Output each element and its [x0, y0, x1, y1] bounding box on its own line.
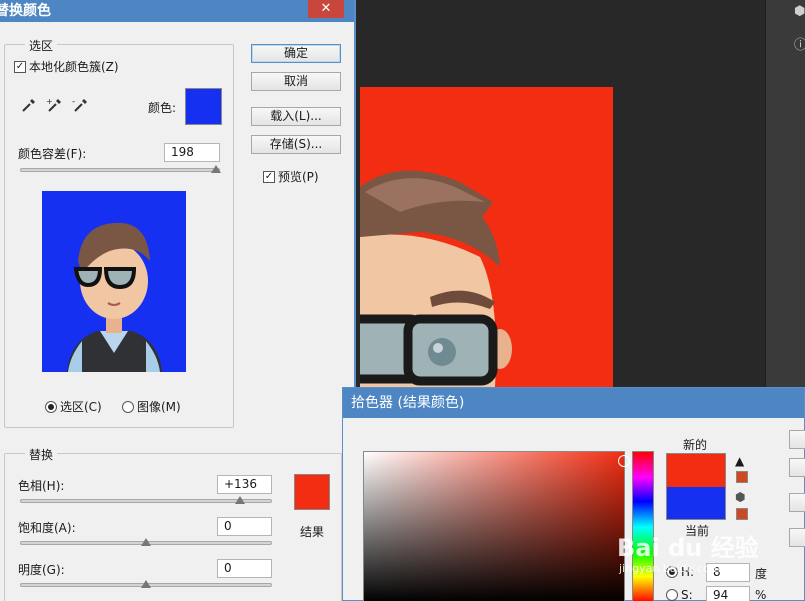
close-icon: ✕	[320, 1, 332, 16]
preview-checkbox[interactable]: ✓ 预览(P)	[263, 168, 319, 185]
replace-color-dialog: 替换颜色 ✕ 选区 ✓ 本地化颜色簇(Z) + - 颜色: 颜色容差(F): 1…	[0, 0, 356, 601]
hue-input[interactable]: +136	[217, 475, 272, 494]
s-input[interactable]: 94	[706, 586, 750, 601]
view-image-radio[interactable]: 图像(M)	[122, 398, 181, 415]
checkbox-box[interactable]: ✓	[263, 170, 275, 183]
view-image-label: 图像(M)	[137, 400, 181, 414]
view-selection-label: 选区(C)	[60, 400, 102, 414]
localized-clusters-checkbox[interactable]: ✓ 本地化颜色簇(Z)	[14, 58, 119, 75]
saturation-input[interactable]: 0	[217, 517, 272, 536]
selection-group-legend: 选区	[25, 37, 58, 54]
preview-label: 预览(P)	[278, 170, 319, 184]
ok-button[interactable]: 确定	[251, 44, 341, 63]
result-color-swatch[interactable]	[294, 474, 330, 510]
checkbox-box[interactable]: ✓	[14, 60, 26, 73]
color-label: 颜色:	[148, 101, 177, 115]
fuzziness-slider-track[interactable]	[20, 168, 220, 172]
s-radio[interactable]: S:	[666, 588, 693, 601]
cube-3d-icon[interactable]: ⬢	[794, 4, 805, 19]
radio-circle[interactable]	[45, 400, 57, 413]
picker-ok-button[interactable]	[789, 430, 805, 449]
lightness-input[interactable]: 0	[217, 559, 272, 578]
dialog-titlebar[interactable]: 替换颜色 ✕	[0, 0, 354, 22]
preview-character	[67, 222, 162, 372]
cartoon-character-closeup	[360, 170, 512, 387]
dialog-title: 替换颜色	[0, 3, 51, 19]
cube-icon[interactable]: ⬢	[735, 490, 745, 504]
hue-slider-thumb[interactable]	[235, 496, 245, 504]
lightness-label: 明度(G):	[18, 563, 65, 577]
fuzziness-slider-thumb[interactable]	[211, 165, 221, 173]
s-unit: %	[755, 588, 767, 601]
saturation-label: 饱和度(A):	[18, 521, 76, 535]
baidu-watermark: Bai du 经验	[617, 534, 759, 562]
h-unit: 度	[755, 567, 768, 581]
eyedropper-add-icon[interactable]: +	[46, 96, 64, 114]
save-button[interactable]: 存储(S)...	[251, 135, 341, 154]
picker-add-swatch-button[interactable]	[789, 493, 805, 512]
gamut-color-swatch[interactable]	[736, 471, 748, 483]
selection-preview	[42, 191, 186, 372]
radio-circle[interactable]	[666, 589, 678, 601]
picker-cancel-button[interactable]	[789, 458, 805, 477]
replacement-group-legend: 替换	[25, 446, 58, 463]
lightness-slider-thumb[interactable]	[141, 580, 151, 588]
fuzziness-input[interactable]: 198	[164, 143, 220, 162]
result-label: 结果	[300, 525, 325, 539]
saturation-slider-thumb[interactable]	[141, 538, 151, 546]
fuzziness-label: 颜色容差(F):	[18, 147, 87, 161]
load-button[interactable]: 载入(L)...	[251, 107, 341, 126]
new-color-swatch	[666, 453, 726, 487]
s-label: S:	[681, 588, 693, 601]
color-marker[interactable]	[618, 455, 630, 467]
hue-label: 色相(H):	[18, 479, 65, 493]
info-icon[interactable]: ⓘ	[794, 34, 805, 53]
websafe-color-swatch[interactable]	[736, 508, 748, 520]
warning-icon[interactable]: ▲	[735, 454, 744, 468]
svg-text:-: -	[72, 97, 75, 107]
svg-text:+: +	[46, 97, 53, 106]
document-canvas[interactable]	[360, 87, 613, 387]
picker-titlebar[interactable]: 拾色器 (结果颜色)	[343, 388, 804, 418]
close-button[interactable]: ✕	[308, 0, 344, 18]
eyedropper-subtract-icon[interactable]: -	[72, 96, 90, 114]
eyedropper-icon[interactable]	[20, 96, 38, 114]
hue-spectrum-slider[interactable]	[632, 451, 654, 601]
radio-circle[interactable]	[122, 400, 134, 413]
saturation-brightness-field[interactable]	[363, 451, 630, 601]
picker-libraries-button[interactable]	[789, 528, 805, 547]
current-color-swatch[interactable]	[666, 487, 726, 520]
baidu-watermark-url: jingyan.baidu.com	[619, 562, 721, 575]
cancel-button[interactable]: 取消	[251, 72, 341, 91]
color-picker-dialog: 拾色器 (结果颜色) 新的 当前 ▲ ⬢ H: 8 度 S: 94 %	[342, 387, 805, 601]
view-selection-radio[interactable]: 选区(C)	[45, 398, 102, 415]
new-color-label: 新的	[683, 438, 708, 452]
selection-color-swatch[interactable]	[185, 88, 222, 125]
localized-clusters-label: 本地化颜色簇(Z)	[29, 60, 119, 74]
picker-title: 拾色器 (结果颜色)	[351, 395, 465, 411]
